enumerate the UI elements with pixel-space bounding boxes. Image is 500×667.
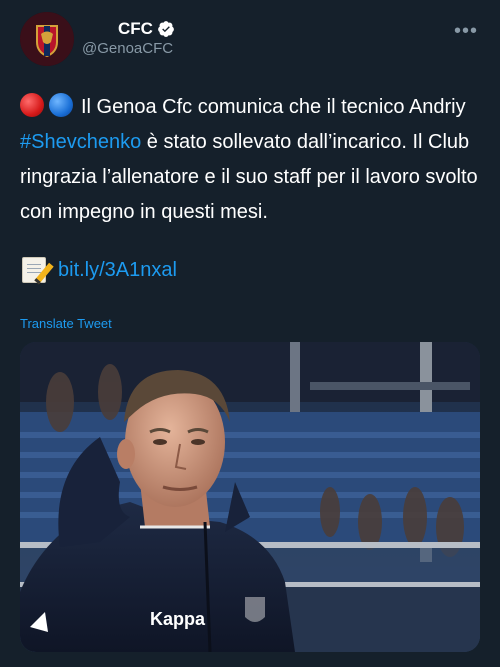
memo-icon (22, 257, 54, 285)
translate-tweet-link[interactable]: Translate Tweet (20, 316, 112, 331)
more-horizontal-icon[interactable]: ••• (454, 20, 478, 43)
tweet-text-part-1: Il Genoa Cfc comunica che il tecnico And… (81, 96, 466, 118)
tweet: CFC @GenoaCFC ••• Il Genoa Cfc comunica … (0, 0, 500, 667)
verified-badge-icon (158, 21, 174, 37)
blue-circle-emoji-icon (49, 93, 73, 117)
profile-avatar[interactable] (20, 12, 74, 66)
link-line: bit.ly/3A1nxal (22, 256, 177, 285)
red-circle-emoji-icon (20, 93, 44, 117)
display-name-row[interactable]: CFC (82, 18, 175, 40)
user-handle[interactable]: @GenoaCFC (82, 40, 173, 57)
display-name[interactable]: CFC (118, 19, 153, 39)
hashtag-link[interactable]: #Shevchenko (20, 131, 141, 153)
tweet-text: Il Genoa Cfc comunica che il tecnico And… (20, 90, 480, 230)
tweet-photo[interactable]: Kappa (20, 342, 480, 652)
kappa-logo: Kappa (150, 609, 206, 629)
short-link[interactable]: bit.ly/3A1nxal (58, 256, 177, 284)
